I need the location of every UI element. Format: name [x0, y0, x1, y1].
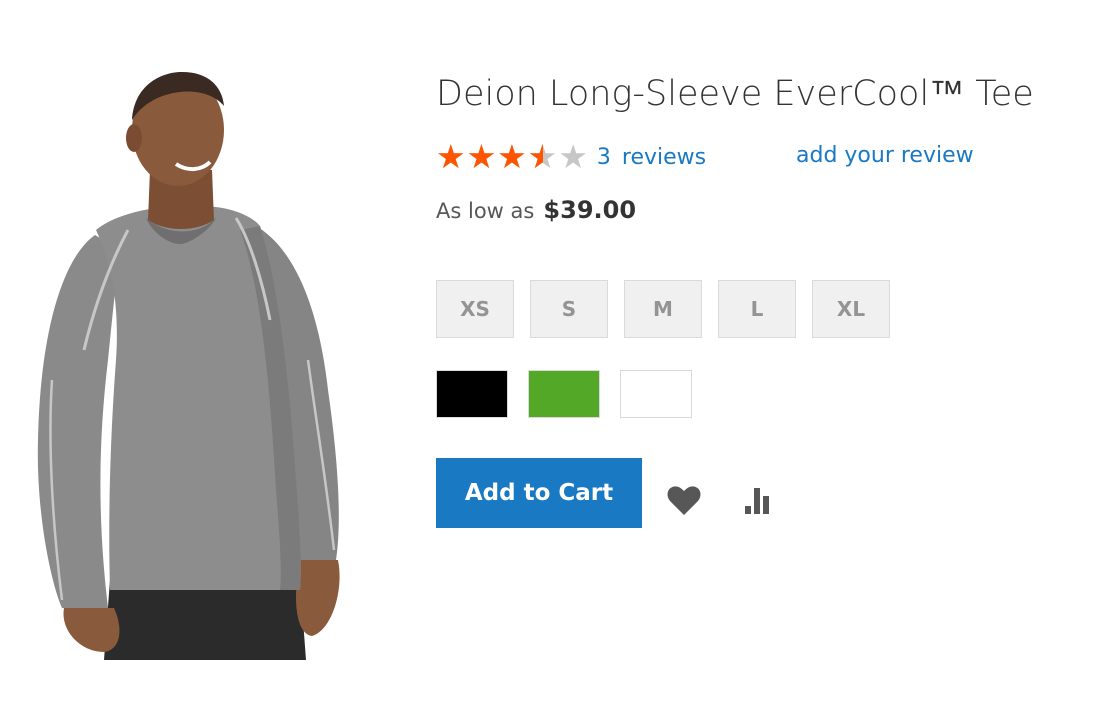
product-actions: Add to Cart — [436, 458, 780, 528]
price-label: As low as — [436, 199, 535, 223]
size-swatch-xs[interactable]: XS — [436, 280, 514, 338]
size-swatch-xl[interactable]: XL — [812, 280, 890, 338]
reviews-count: 3 — [596, 144, 611, 170]
price-amount: $39.00 — [543, 196, 637, 224]
add-to-cart-button[interactable]: Add to Cart — [436, 458, 642, 528]
rating-stars: ★★★★★ ★★★★★ — [436, 140, 589, 174]
color-swatch-black[interactable] — [436, 370, 508, 418]
size-swatch-l[interactable]: L — [718, 280, 796, 338]
rating-summary: ★★★★★ ★★★★★ 3 reviews — [436, 140, 706, 174]
price-box: As low as $39.00 — [436, 196, 636, 224]
size-swatch-m[interactable]: M — [624, 280, 702, 338]
wishlist-button[interactable] — [664, 483, 704, 523]
reviews-link[interactable]: 3 reviews — [597, 145, 706, 170]
compare-button[interactable] — [740, 483, 780, 523]
product-photo-graphic — [37, 72, 340, 660]
bar-chart-icon — [743, 488, 777, 518]
color-swatches — [436, 370, 712, 418]
product-image[interactable] — [0, 60, 420, 660]
rating-stars-filled: ★★★★★ — [436, 140, 543, 174]
color-swatch-green[interactable] — [528, 370, 600, 418]
heart-icon — [667, 486, 701, 520]
color-swatch-white[interactable] — [620, 370, 692, 418]
reviews-label: reviews — [621, 144, 707, 170]
add-review-link[interactable]: add your review — [796, 143, 974, 168]
size-swatch-s[interactable]: S — [530, 280, 608, 338]
product-title: Deion Long-Sleeve EverCool™ Tee — [436, 74, 1034, 114]
size-swatches: XS S M L XL — [436, 280, 906, 338]
